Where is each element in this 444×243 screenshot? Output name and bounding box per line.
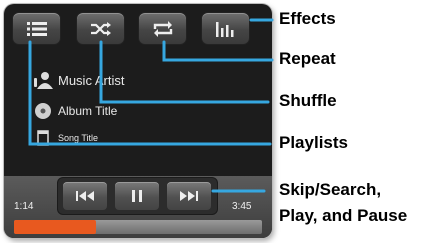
shuffle-callout: Shuffle [279, 91, 337, 110]
effects-callout: Effects [279, 9, 336, 28]
repeat-callout: Repeat [279, 49, 336, 68]
controls-callout-line2: Play, and Pause [279, 206, 408, 225]
playlists-callout: Playlists [279, 133, 348, 152]
controls-callout-line1: Skip/Search, [279, 180, 382, 199]
